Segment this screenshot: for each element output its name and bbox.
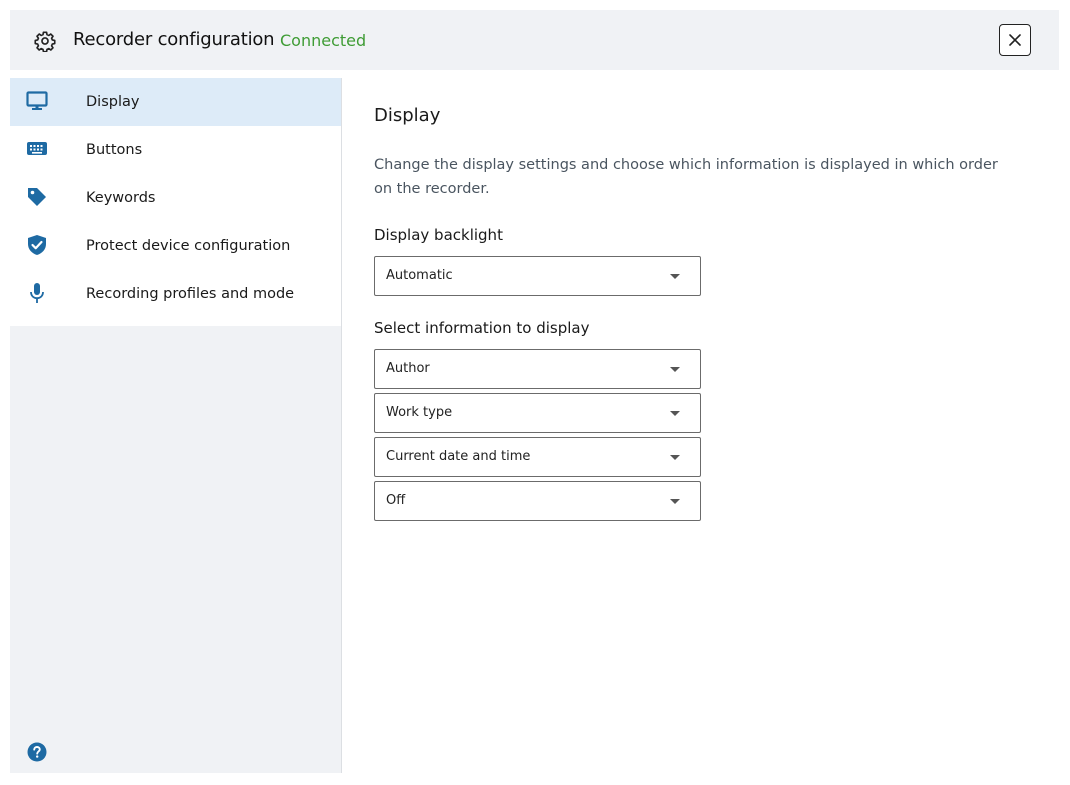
sidebar-item-buttons[interactable]: Buttons: [10, 126, 341, 174]
close-icon: [1009, 34, 1021, 46]
select-value: Off: [386, 493, 406, 508]
page-description: Change the display settings and choose w…: [374, 157, 998, 197]
help-icon[interactable]: [27, 742, 47, 762]
select-value: Automatic: [386, 268, 453, 283]
sidebar-item-label: Display: [86, 94, 140, 110]
monitor-icon: [26, 90, 48, 112]
sidebar-item-recording-profiles[interactable]: Recording profiles and mode: [10, 270, 341, 318]
backlight-select[interactable]: Automatic: [374, 256, 701, 296]
gear-icon: [34, 31, 56, 52]
page-title: Display: [374, 105, 441, 126]
sidebar-item-label: Buttons: [86, 142, 143, 158]
select-value: Current date and time: [386, 449, 531, 464]
keyboard-icon: [26, 138, 48, 160]
info-select-3[interactable]: Current date and time: [374, 437, 701, 477]
recorder-config-dialog: Recorder configuration Connected Display: [10, 10, 1059, 773]
dialog-header: Recorder configuration Connected: [10, 10, 1059, 70]
sidebar-item-display[interactable]: Display: [10, 78, 341, 126]
caret-down-icon: [670, 274, 680, 279]
caret-down-icon: [670, 367, 680, 372]
caret-down-icon: [670, 499, 680, 504]
caret-down-icon: [670, 411, 680, 416]
sidebar-nav: Display Buttons Keywords Protect device …: [10, 78, 341, 326]
dialog-title: Recorder configuration: [73, 29, 275, 50]
info-select-4[interactable]: Off: [374, 481, 701, 521]
caret-down-icon: [670, 455, 680, 460]
microphone-icon: [26, 282, 48, 304]
select-value: Work type: [386, 405, 453, 420]
select-value: Author: [386, 361, 430, 376]
tag-icon: [26, 186, 48, 208]
info-display-label: Select information to display: [374, 319, 590, 337]
info-select-2[interactable]: Work type: [374, 393, 701, 433]
sidebar-item-label: Protect device configuration: [86, 238, 291, 254]
backlight-label: Display backlight: [374, 226, 503, 244]
shield-check-icon: [26, 234, 48, 256]
info-select-1[interactable]: Author: [374, 349, 701, 389]
close-button[interactable]: [999, 24, 1031, 56]
sidebar-item-label: Recording profiles and mode: [86, 286, 295, 302]
sidebar: Display Buttons Keywords Protect device …: [10, 78, 342, 773]
sidebar-item-label: Keywords: [86, 190, 156, 206]
sidebar-item-keywords[interactable]: Keywords: [10, 174, 341, 222]
connection-status: Connected: [280, 31, 367, 50]
sidebar-item-protect-device[interactable]: Protect device configuration: [10, 222, 341, 270]
